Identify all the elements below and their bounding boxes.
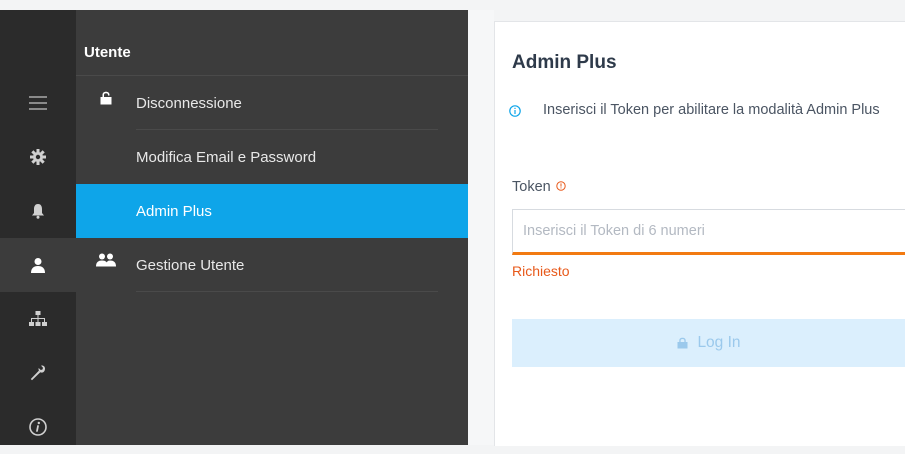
users-icon: [76, 253, 136, 267]
required-icon: [556, 180, 566, 191]
admin-plus-card: Admin Plus Inserisci il Token per abilit…: [494, 21, 905, 446]
info-message: Inserisci il Token per abilitare la moda…: [543, 102, 880, 118]
login-button-label: Log In: [697, 334, 741, 351]
rail-settings-button[interactable]: [0, 130, 76, 184]
lock-icon: [677, 337, 688, 349]
icon-rail: [0, 10, 76, 445]
lock-icon: [76, 91, 136, 105]
gear-icon: [30, 149, 46, 165]
menu-header: Utente: [76, 10, 468, 76]
rail-menu-button[interactable]: [0, 76, 76, 130]
token-field-label: Token: [512, 179, 566, 195]
content-gutter: [468, 10, 494, 445]
menu-item-modifica-email-password[interactable]: Modifica Email e Password: [76, 130, 468, 184]
divider: [136, 291, 438, 292]
network-icon: [29, 311, 47, 326]
rail-network-button[interactable]: [0, 292, 76, 346]
menu-item-label: Disconnessione: [136, 94, 242, 112]
bell-icon: [32, 204, 44, 219]
menu-item-label: Modifica Email e Password: [136, 148, 317, 166]
user-icon: [31, 258, 45, 273]
rail-user-button[interactable]: [0, 238, 76, 292]
hamburger-menu-icon: [29, 96, 47, 110]
token-label-text: Token: [512, 179, 551, 195]
menu-item-disconnessione[interactable]: Disconnessione: [76, 76, 468, 130]
info-icon: [29, 418, 47, 436]
info-circle-icon: [509, 105, 521, 117]
menu-item-admin-plus[interactable]: Admin Plus: [76, 184, 468, 238]
wrench-icon: [30, 365, 45, 381]
menu-item-label: Gestione Utente: [136, 256, 245, 274]
rail-notifications-button[interactable]: [0, 184, 76, 238]
menu-item-label: Admin Plus: [136, 202, 212, 220]
token-input[interactable]: [512, 209, 905, 255]
required-error-message: Richiesto: [512, 263, 570, 279]
menu-item-gestione-utente[interactable]: Gestione Utente: [76, 238, 468, 292]
page-title: Admin Plus: [512, 52, 617, 73]
login-button[interactable]: Log In: [512, 319, 905, 367]
rail-tools-button[interactable]: [0, 346, 76, 400]
rail-info-button[interactable]: [0, 400, 76, 454]
user-menu-panel: Utente Disconnessione Modifica Email e P…: [76, 10, 468, 445]
